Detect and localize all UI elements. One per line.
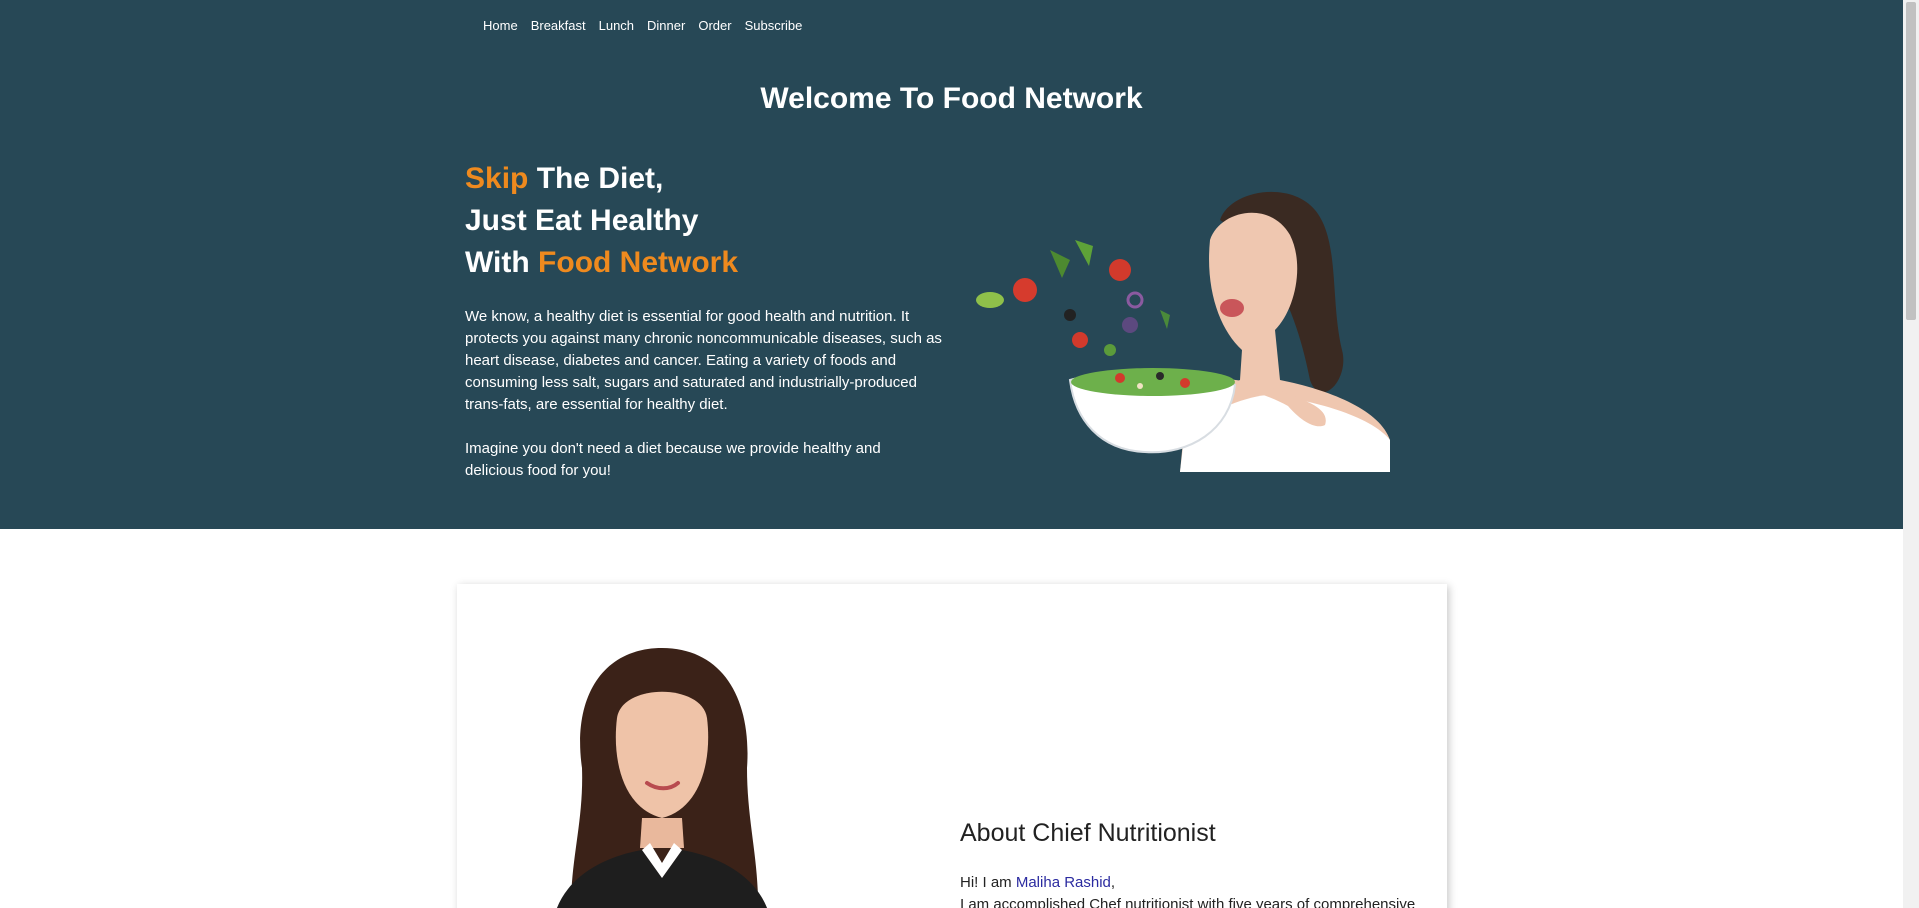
hero-headline: Skip The Diet, Just Eat Healthy With Foo…	[465, 158, 738, 284]
about-card: About Chief Nutritionist Hi! I am Maliha…	[457, 584, 1447, 908]
about-title: About Chief Nutritionist	[960, 819, 1216, 847]
headline-line-2: Just Eat Healthy	[465, 204, 699, 237]
hero-section: Home Breakfast Lunch Dinner Order Subscr…	[0, 0, 1903, 529]
vertical-scrollbar[interactable]	[1903, 0, 1919, 908]
nutritionist-photo	[556, 648, 768, 908]
hero-description: We know, a healthy diet is essential for…	[465, 306, 943, 482]
browser-viewport: Home Breakfast Lunch Dinner Order Subscr…	[0, 0, 1919, 908]
hero-paragraph-1: We know, a healthy diet is essential for…	[465, 308, 942, 413]
nav-lunch[interactable]: Lunch	[599, 18, 634, 33]
nav-order[interactable]: Order	[698, 18, 731, 33]
woman-eating-salad-image	[976, 191, 1390, 472]
headline-line1-rest: The Diet,	[528, 162, 664, 195]
headline-line-1: Skip The Diet,	[465, 158, 738, 200]
about-text: Hi! I am Maliha Rashid, I am accomplishe…	[960, 872, 1430, 908]
scrollbar-thumb[interactable]	[1906, 2, 1916, 320]
hero-title: Welcome To Food Network	[760, 82, 1143, 115]
nav-dinner[interactable]: Dinner	[647, 18, 685, 33]
headline-accent-brand: Food Network	[538, 246, 739, 279]
headline-line3-start: With	[465, 246, 539, 279]
about-greeting-suffix: ,	[1110, 874, 1116, 891]
nav-home[interactable]: Home	[483, 18, 518, 33]
nutritionist-name-link[interactable]: Maliha Rashid	[1016, 874, 1111, 891]
headline-line-3: With Food Network	[465, 242, 738, 284]
about-greeting-prefix: Hi! I am	[960, 874, 1016, 891]
about-greeting: Hi! I am Maliha Rashid,	[960, 872, 1430, 894]
page: Home Breakfast Lunch Dinner Order Subscr…	[0, 0, 1903, 908]
nav-breakfast[interactable]: Breakfast	[531, 18, 586, 33]
hero-paragraph-2: Imagine you don't need a diet because we…	[465, 440, 881, 479]
nav-subscribe[interactable]: Subscribe	[745, 18, 803, 33]
main-nav: Home Breakfast Lunch Dinner Order Subscr…	[483, 18, 802, 33]
about-intro: I am accomplished Chef nutritionist with…	[960, 896, 1416, 908]
headline-accent-skip: Skip	[465, 162, 529, 195]
